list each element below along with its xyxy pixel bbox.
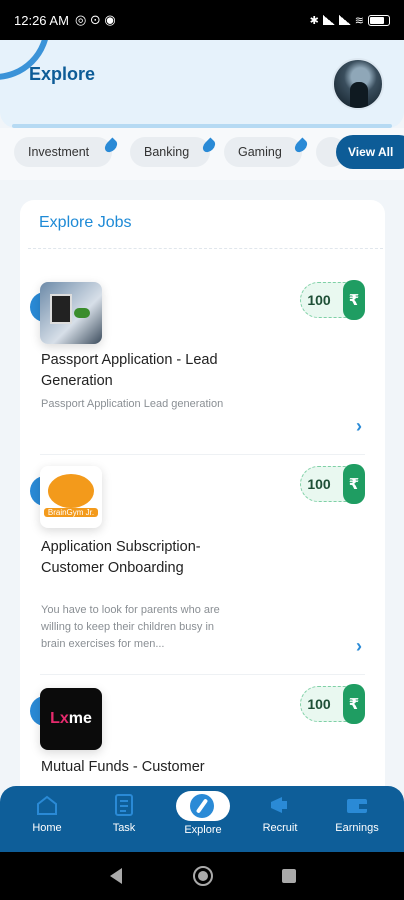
nav-label: Task — [112, 822, 136, 834]
megaphone-icon — [271, 797, 287, 813]
task-icon — [115, 794, 133, 816]
nav-label: Recruit — [262, 822, 298, 834]
job-item-subscription[interactable]: BrainGym Jr. Application Subscription-Cu… — [20, 462, 385, 672]
divider — [40, 674, 365, 675]
signal-icon — [322, 15, 335, 25]
divider — [28, 248, 383, 249]
category-chip-banking[interactable]: Banking — [130, 137, 218, 167]
nav-label: Home — [32, 822, 62, 834]
bluetooth-icon: ✱ — [309, 14, 319, 27]
reward-amount: 100 — [307, 292, 331, 308]
notification-icons: ◎ ⊙ ◉ — [74, 12, 116, 27]
bottom-nav: Home Task Explore Recruit Earnings — [0, 786, 404, 852]
rupee-icon: ₹ — [343, 464, 365, 504]
category-label: Banking — [144, 145, 190, 159]
chevron-right-icon[interactable]: › — [356, 417, 374, 435]
status-right: ✱ ≋ — [310, 14, 390, 27]
job-item-passport[interactable]: Passport Application - Lead Generation P… — [20, 272, 385, 452]
job-logo-passport — [40, 282, 102, 344]
reward-amount: 100 — [307, 476, 331, 492]
explore-jobs-card: Explore Jobs Passport Application - Lead… — [20, 200, 385, 800]
category-chip-investment[interactable]: Investment — [14, 137, 120, 167]
wallet-icon — [347, 799, 367, 813]
section-title: Explore Jobs — [39, 214, 132, 231]
drop-icon — [292, 137, 310, 155]
job-title: Mutual Funds - Customer — [41, 759, 205, 775]
job-logo-braingym: BrainGym Jr. — [40, 466, 102, 528]
page-title: Explore — [29, 64, 96, 84]
logo-text-accent: x — [59, 710, 69, 727]
nav-item-home[interactable]: Home — [12, 794, 82, 834]
compass-icon — [190, 794, 214, 818]
reward-amount: 100 — [307, 696, 331, 712]
job-title: Application Subscription-Customer Onboar… — [41, 539, 201, 576]
category-strip: Investment Banking Gaming View All — [0, 128, 404, 180]
category-label: Investment — [28, 145, 90, 159]
nav-label: Explore — [184, 824, 222, 836]
back-icon[interactable] — [110, 868, 122, 884]
nav-item-earnings[interactable]: Earnings — [322, 794, 392, 834]
logo-text: BrainGym Jr. — [44, 508, 98, 517]
rupee-icon: ₹ — [343, 280, 365, 320]
drop-icon — [200, 137, 218, 155]
job-logo-lxme: Lx me — [40, 688, 102, 750]
recents-icon[interactable] — [282, 869, 296, 883]
job-description: You have to look for parents who are wil… — [41, 604, 220, 650]
status-left: 12:26 AM ◎ ⊙ ◉ — [14, 12, 116, 28]
status-time: 12:26 AM — [14, 12, 69, 28]
system-nav-bar — [0, 852, 404, 900]
home-circle-icon[interactable] — [193, 866, 213, 886]
avatar[interactable] — [332, 58, 384, 110]
passport-icon — [50, 294, 72, 324]
battery-icon — [368, 14, 390, 26]
status-bar: 12:26 AM ◎ ⊙ ◉ ✱ ≋ — [0, 0, 404, 40]
rupee-icon: ₹ — [343, 684, 365, 724]
nav-item-task[interactable]: Task — [89, 794, 159, 834]
job-item-mutual-funds[interactable]: Lx me Mutual Funds - Customer 100 ₹ — [20, 682, 385, 800]
drop-icon — [102, 137, 120, 155]
explore-active-indicator — [176, 791, 230, 821]
category-label: Gaming — [238, 145, 282, 159]
divider — [40, 454, 365, 455]
job-description: Passport Application Lead generation — [41, 398, 224, 410]
logo-text: L — [50, 710, 60, 727]
chevron-right-icon[interactable]: › — [356, 637, 374, 655]
wifi-icon: ≋ — [354, 14, 364, 27]
nav-label: Earnings — [335, 822, 379, 834]
category-chip-gaming[interactable]: Gaming — [224, 137, 310, 167]
brain-mascot-icon — [48, 474, 94, 508]
reward-pill: 100 ₹ — [300, 684, 365, 724]
job-title: Passport Application - Lead Generation — [41, 352, 218, 389]
stamp-icon — [74, 308, 90, 318]
signal-icon-2 — [338, 15, 351, 25]
reward-pill: 100 ₹ — [300, 464, 365, 504]
nav-item-recruit[interactable]: Recruit — [245, 794, 315, 834]
home-icon — [37, 795, 57, 815]
reward-pill: 100 ₹ — [300, 280, 365, 320]
nav-item-explore[interactable]: Explore — [168, 824, 238, 836]
view-all-button[interactable]: View All — [336, 135, 404, 169]
page-header: Explore — [0, 40, 404, 128]
logo-text-end: me — [68, 710, 92, 727]
